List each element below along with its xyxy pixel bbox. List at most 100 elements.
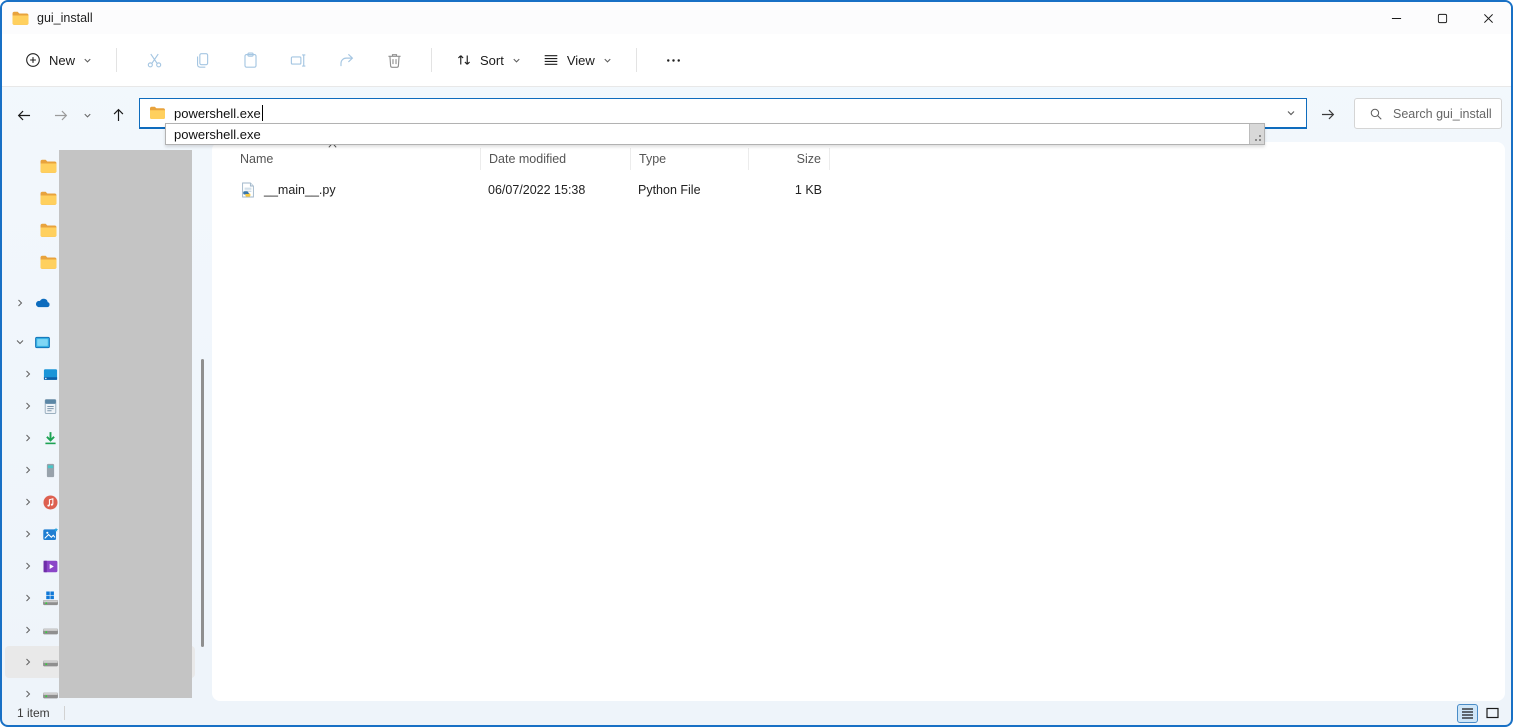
folder-icon: [40, 190, 57, 207]
autocomplete-suggestion[interactable]: powershell.exe: [174, 127, 261, 142]
cut-button[interactable]: [134, 42, 174, 78]
documents-icon: [42, 398, 59, 415]
new-button[interactable]: New: [14, 44, 103, 76]
up-button[interactable]: [106, 103, 130, 127]
chevron-down-icon: [511, 55, 522, 66]
chevron-right-icon[interactable]: [20, 654, 36, 670]
address-input-text[interactable]: powershell.exe: [174, 106, 261, 121]
folder-icon: [149, 106, 166, 120]
copy-button[interactable]: [182, 42, 222, 78]
window-controls: [1373, 2, 1511, 34]
drive-icon: [42, 654, 59, 671]
share-icon: [337, 51, 356, 70]
rename-icon: [289, 51, 308, 70]
explorer-body: Name Date modified Type Size __main__.py…: [2, 142, 1511, 701]
folder-icon: [40, 158, 57, 175]
column-header-size[interactable]: Size: [748, 148, 830, 170]
chevron-right-icon[interactable]: [20, 526, 36, 542]
resize-grip[interactable]: [1249, 124, 1264, 144]
delete-icon: [385, 51, 404, 70]
minimize-button[interactable]: [1373, 2, 1419, 34]
close-button[interactable]: [1465, 2, 1511, 34]
plus-circle-icon: [24, 51, 42, 69]
desktop-icon: [42, 366, 59, 383]
maximize-icon: [1437, 13, 1448, 24]
toolbar-divider: [116, 48, 117, 72]
paste-icon: [241, 51, 260, 70]
status-bar: 1 item: [2, 701, 1511, 725]
details-view-button[interactable]: [1457, 704, 1478, 723]
redacted-labels-block: [59, 150, 192, 698]
maximize-button[interactable]: [1419, 2, 1465, 34]
this-pc-icon: [34, 334, 51, 351]
chevron-down-icon[interactable]: [12, 334, 28, 350]
large-icons-view-button[interactable]: [1482, 704, 1503, 723]
large-icons-view-icon: [1486, 707, 1499, 719]
chevron-right-icon[interactable]: [20, 686, 36, 702]
column-header-date-modified[interactable]: Date modified: [480, 148, 630, 170]
os-drive-icon: [42, 590, 59, 607]
rename-button[interactable]: [278, 42, 318, 78]
titlebar: gui_install: [2, 2, 1511, 34]
search-input[interactable]: Search gui_install: [1354, 98, 1502, 129]
drive-icon: [42, 686, 59, 703]
downloads-icon: [42, 430, 59, 447]
mobile-device-icon: [42, 462, 59, 479]
sidebar-scrollbar[interactable]: [201, 359, 204, 647]
view-button[interactable]: View: [532, 44, 623, 76]
chevron-right-icon[interactable]: [20, 430, 36, 446]
chevron-down-icon: [82, 55, 93, 66]
column-header-name[interactable]: Name: [232, 148, 480, 170]
back-icon: [16, 107, 33, 124]
more-icon: [664, 51, 683, 70]
videos-icon: [42, 558, 59, 575]
sort-button-label: Sort: [480, 53, 504, 68]
chevron-right-icon[interactable]: [20, 494, 36, 510]
history-chevron-icon: [82, 110, 93, 121]
column-header-type[interactable]: Type: [630, 148, 748, 170]
go-button[interactable]: [1313, 101, 1341, 127]
sort-button[interactable]: Sort: [445, 44, 532, 76]
chevron-right-icon[interactable]: [20, 366, 36, 382]
command-bar: New Sort View: [2, 34, 1511, 87]
sort-icon: [455, 51, 473, 69]
back-button[interactable]: [12, 103, 36, 127]
cut-icon: [145, 51, 164, 70]
folder-icon: [40, 254, 57, 271]
item-count: 1 item: [17, 706, 50, 720]
file-type-cell: Python File: [630, 183, 748, 197]
view-toggles: [1457, 704, 1503, 723]
address-dropdown-chevron-icon[interactable]: [1285, 107, 1297, 119]
file-row[interactable]: __main__.py 06/07/2022 15:38 Python File…: [212, 177, 1505, 203]
chevron-right-icon[interactable]: [20, 590, 36, 606]
file-date-cell: 06/07/2022 15:38: [480, 183, 630, 197]
file-name: __main__.py: [264, 183, 336, 197]
chevron-right-icon[interactable]: [20, 462, 36, 478]
new-button-label: New: [49, 53, 75, 68]
search-icon: [1369, 107, 1383, 121]
navigation-pane: [2, 142, 212, 701]
column-headers: Name Date modified Type Size: [212, 146, 1505, 172]
file-list-pane: Name Date modified Type Size __main__.py…: [212, 142, 1505, 701]
text-caret: [262, 105, 263, 121]
file-name-cell[interactable]: __main__.py: [232, 182, 480, 198]
autocomplete-dropdown: powershell.exe: [165, 123, 1265, 145]
view-lines-icon: [542, 51, 560, 69]
toolbar-divider: [636, 48, 637, 72]
minimize-icon: [1391, 13, 1402, 24]
go-icon: [1319, 106, 1336, 123]
recent-locations-button[interactable]: [80, 103, 94, 127]
see-more-button[interactable]: [654, 42, 694, 78]
window-title: gui_install: [37, 11, 93, 25]
music-icon: [42, 494, 59, 511]
chevron-right-icon[interactable]: [20, 558, 36, 574]
share-button[interactable]: [326, 42, 366, 78]
delete-button[interactable]: [374, 42, 414, 78]
chevron-right-icon[interactable]: [20, 398, 36, 414]
forward-button[interactable]: [48, 103, 72, 127]
chevron-down-icon: [602, 55, 613, 66]
paste-button[interactable]: [230, 42, 270, 78]
chevron-right-icon[interactable]: [20, 622, 36, 638]
chevron-right-icon[interactable]: [12, 295, 28, 311]
folder-icon: [40, 222, 57, 239]
